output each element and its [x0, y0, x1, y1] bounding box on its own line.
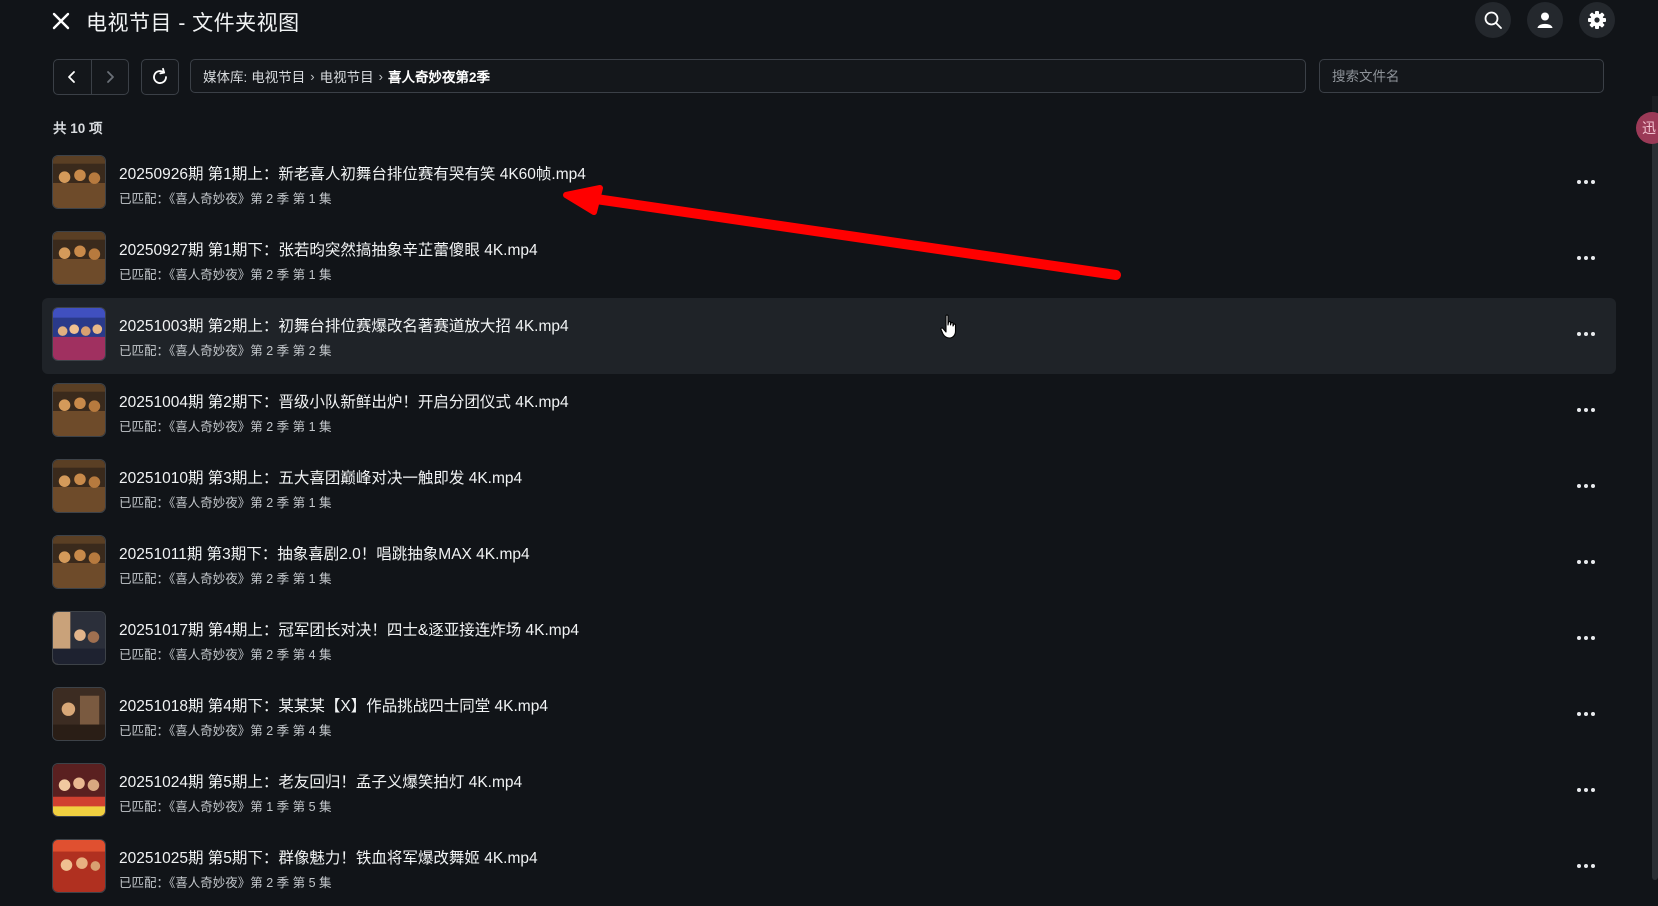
file-name: 20251004期 第2期下：晋级小队新鲜出炉！开启分团仪式 4K.mp4 [119, 394, 569, 411]
file-row[interactable]: 20250927期 第1期下：张若昀突然搞抽象辛芷蕾傻眼 4K.mp4 已匹配：… [42, 222, 1616, 298]
history-nav [53, 59, 129, 95]
file-name: 20251011期 第3期下：抽象喜剧2.0！唱跳抽象MAX 4K.mp4 [119, 546, 530, 563]
file-row[interactable]: 20251011期 第3期下：抽象喜剧2.0！唱跳抽象MAX 4K.mp4 已匹… [42, 526, 1616, 602]
chevron-left-icon [68, 71, 76, 83]
more-icon [1577, 788, 1595, 792]
gear-icon [1588, 11, 1606, 29]
more-icon [1577, 636, 1595, 640]
file-row[interactable]: 20251024期 第5期上：老友回归！孟子义爆笑拍灯 4K.mp4 已匹配：《… [42, 754, 1616, 830]
video-thumbnail [52, 535, 106, 589]
more-icon [1577, 484, 1595, 488]
match-info: 已匹配：《喜人奇妙夜》第 2 季 第 1 集 [119, 496, 332, 510]
match-info: 已匹配：《喜人奇妙夜》第 1 季 第 5 集 [119, 800, 332, 814]
forward-button[interactable] [90, 60, 129, 94]
user-button[interactable] [1527, 2, 1563, 38]
match-info: 已匹配：《喜人奇妙夜》第 2 季 第 1 集 [119, 192, 332, 206]
video-thumbnail [52, 383, 106, 437]
file-name: 20251025期 第5期下：群像魅力！铁血将军爆改舞姬 4K.mp4 [119, 850, 538, 867]
video-thumbnail [52, 231, 106, 285]
breadcrumb: 媒体库: 电视节目 › 电视节目 › 喜人奇妙夜第2季 [190, 59, 1306, 93]
breadcrumb-current[interactable]: 喜人奇妙夜第2季 [388, 66, 490, 86]
match-info: 已匹配：《喜人奇妙夜》第 2 季 第 1 集 [119, 572, 332, 586]
breadcrumb-item[interactable]: 电视节目 [320, 66, 374, 86]
file-row[interactable]: 20250926期 第1期上：新老喜人初舞台排位赛有哭有笑 4K60帧.mp4 … [42, 146, 1616, 222]
file-row[interactable]: 20251017期 第4期上：冠军团长对决！四士&逐亚接连炸场 4K.mp4 已… [42, 602, 1616, 678]
video-thumbnail [52, 839, 106, 893]
match-info: 已匹配：《喜人奇妙夜》第 2 季 第 4 集 [119, 724, 332, 738]
more-options-button[interactable] [1572, 854, 1600, 878]
file-row[interactable]: 20251004期 第2期下：晋级小队新鲜出炉！开启分团仪式 4K.mp4 已匹… [42, 374, 1616, 450]
search-input[interactable] [1319, 59, 1604, 93]
more-options-button[interactable] [1572, 246, 1600, 270]
video-thumbnail [52, 611, 106, 665]
video-thumbnail [52, 155, 106, 209]
more-options-button[interactable] [1572, 398, 1600, 422]
more-icon [1577, 864, 1595, 868]
more-options-button[interactable] [1572, 626, 1600, 650]
video-thumbnail [52, 307, 106, 361]
file-name: 20251010期 第3期上：五大喜团巅峰对决一触即发 4K.mp4 [119, 470, 523, 487]
more-options-button[interactable] [1572, 550, 1600, 574]
page-title: 电视节目 - 文件夹视图 [86, 12, 300, 35]
file-row[interactable]: 20251010期 第3期上：五大喜团巅峰对决一触即发 4K.mp4 已匹配：《… [42, 450, 1616, 526]
file-name: 20251024期 第5期上：老友回归！孟子义爆笑拍灯 4K.mp4 [119, 774, 523, 791]
more-icon [1577, 408, 1595, 412]
scrollbar-thumb[interactable] [1652, 120, 1658, 880]
more-icon [1577, 560, 1595, 564]
file-list: 20250926期 第1期上：新老喜人初舞台排位赛有哭有笑 4K60帧.mp4 … [42, 146, 1616, 906]
more-icon [1577, 256, 1595, 260]
back-button[interactable] [54, 60, 91, 94]
close-icon [52, 12, 70, 30]
file-name: 20251017期 第4期上：冠军团长对决！四士&逐亚接连炸场 4K.mp4 [119, 622, 579, 639]
file-name: 20251018期 第4期下：某某某【X】作品挑战四士同堂 4K.mp4 [119, 698, 548, 715]
refresh-button[interactable] [141, 59, 179, 95]
more-options-button[interactable] [1572, 778, 1600, 802]
breadcrumb-prefix: 媒体库: [203, 70, 248, 85]
refresh-icon [153, 67, 167, 84]
floating-badge[interactable]: 迅 [1636, 112, 1658, 144]
file-row[interactable]: 20251003期 第2期上：初舞台排位赛爆改名著赛道放大招 4K.mp4 已匹… [42, 298, 1616, 374]
settings-button[interactable] [1579, 2, 1615, 38]
file-name: 20250926期 第1期上：新老喜人初舞台排位赛有哭有笑 4K60帧.mp4 [119, 166, 586, 183]
match-info: 已匹配：《喜人奇妙夜》第 2 季 第 2 集 [119, 344, 332, 358]
breadcrumb-item[interactable]: 电视节目 [251, 66, 305, 86]
file-name: 20251003期 第2期上：初舞台排位赛爆改名著赛道放大招 4K.mp4 [119, 318, 569, 335]
match-info: 已匹配：《喜人奇妙夜》第 2 季 第 1 集 [119, 268, 332, 282]
more-options-button[interactable] [1572, 170, 1600, 194]
more-options-button[interactable] [1572, 322, 1600, 346]
file-row[interactable]: 20251018期 第4期下：某某某【X】作品挑战四士同堂 4K.mp4 已匹配… [42, 678, 1616, 754]
video-thumbnail [52, 687, 106, 741]
hand-cursor-icon [940, 314, 957, 339]
more-options-button[interactable] [1572, 474, 1600, 498]
video-thumbnail [52, 459, 106, 513]
file-row[interactable]: 20251025期 第5期下：群像魅力！铁血将军爆改舞姬 4K.mp4 已匹配：… [42, 830, 1616, 906]
chevron-right-icon [106, 71, 114, 83]
more-options-button[interactable] [1572, 702, 1600, 726]
match-info: 已匹配：《喜人奇妙夜》第 2 季 第 5 集 [119, 876, 332, 890]
close-button[interactable] [48, 8, 74, 34]
more-icon [1577, 180, 1595, 184]
video-thumbnail [52, 763, 106, 817]
floating-badge-label: 迅 [1642, 120, 1656, 136]
file-name: 20250927期 第1期下：张若昀突然搞抽象辛芷蕾傻眼 4K.mp4 [119, 242, 538, 259]
user-icon [1537, 12, 1553, 28]
match-info: 已匹配：《喜人奇妙夜》第 2 季 第 4 集 [119, 648, 332, 662]
chevron-right-icon: › [310, 68, 315, 84]
item-count: 共 10 项 [53, 121, 103, 136]
search-icon [1484, 11, 1502, 29]
search-button[interactable] [1475, 2, 1511, 38]
match-info: 已匹配：《喜人奇妙夜》第 2 季 第 1 集 [119, 420, 332, 434]
more-icon [1577, 332, 1595, 336]
chevron-right-icon: › [378, 68, 383, 84]
more-icon [1577, 712, 1595, 716]
